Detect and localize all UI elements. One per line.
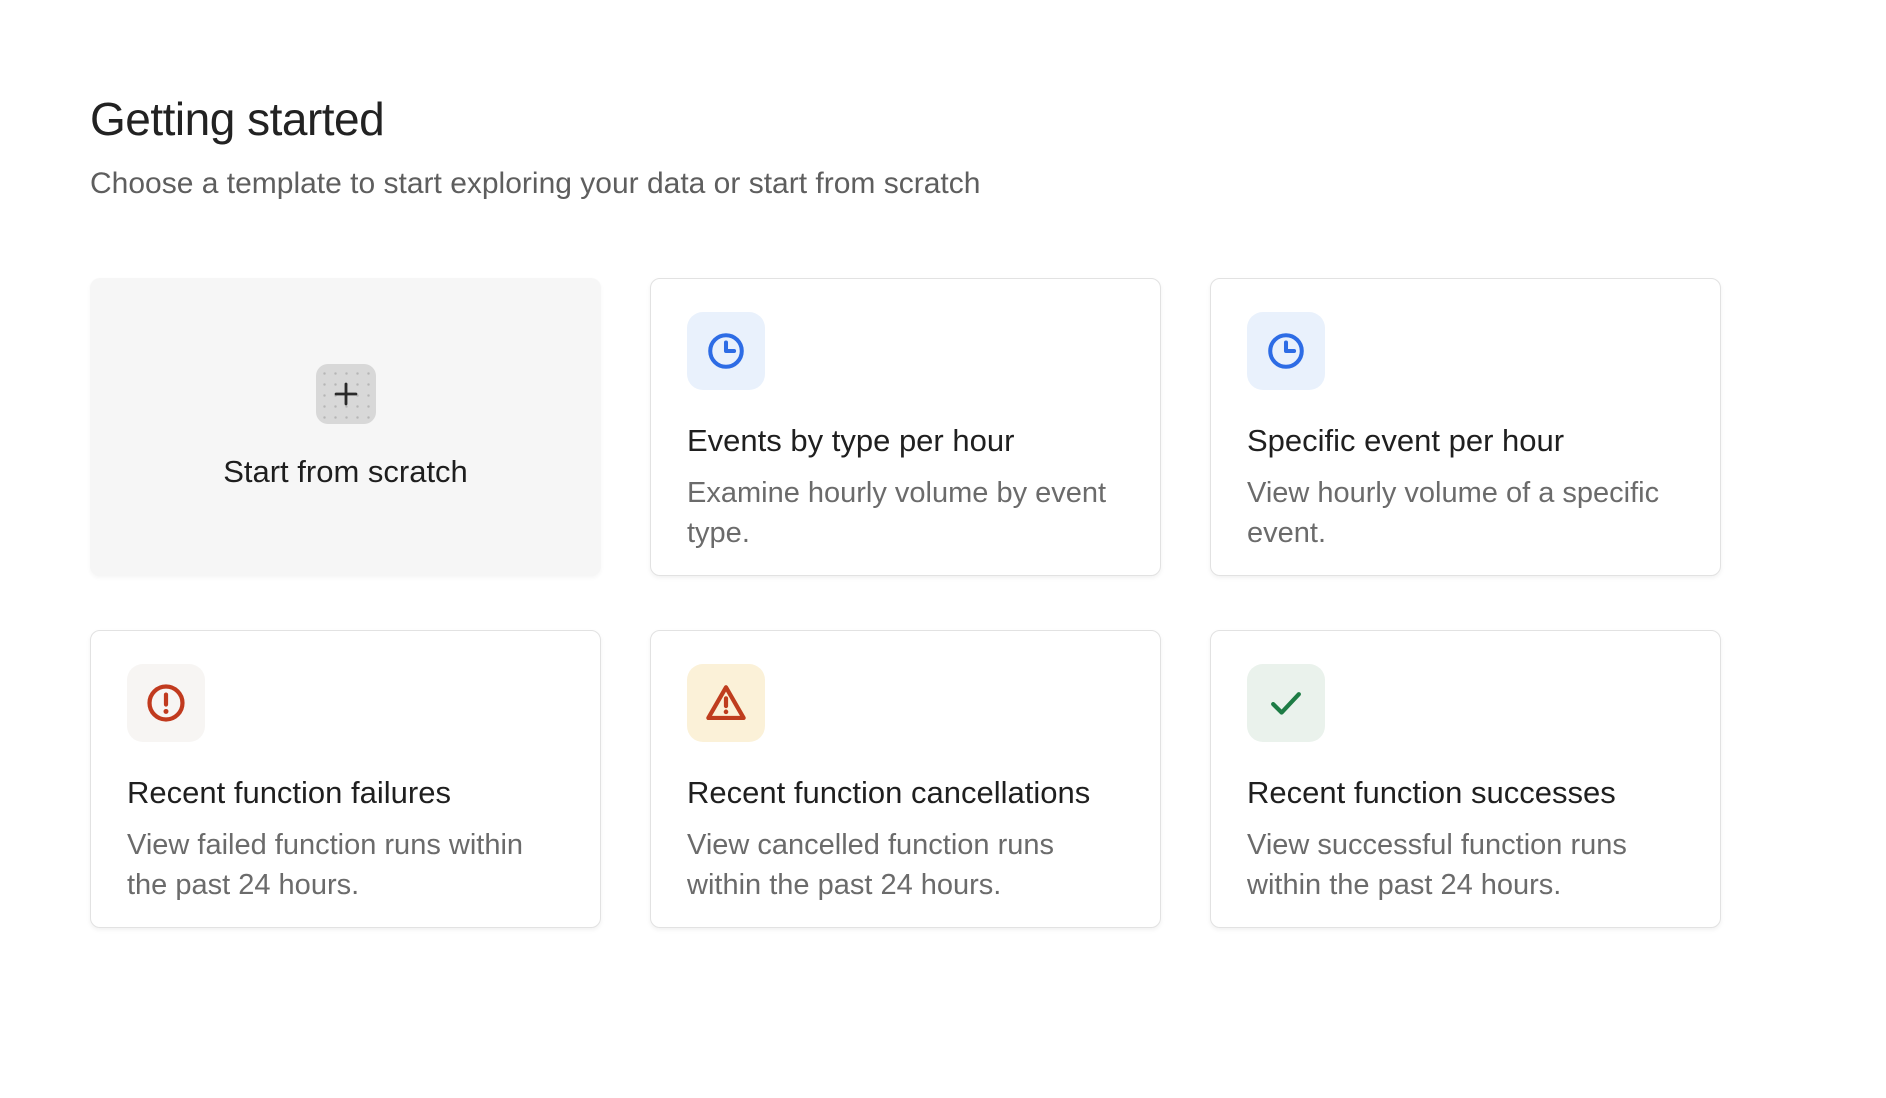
- icon-tile: [687, 312, 765, 390]
- card-description: View hourly volume of a specific event.: [1247, 473, 1684, 553]
- scratch-label: Start from scratch: [223, 454, 468, 490]
- alert-triangle-icon: [703, 680, 749, 726]
- template-grid: Start from scratch Events by type per ho…: [90, 278, 1886, 928]
- page-subtitle: Choose a template to start exploring you…: [90, 167, 1886, 202]
- check-icon: [1264, 681, 1308, 725]
- plus-icon: [329, 377, 363, 411]
- icon-tile: [687, 664, 765, 742]
- plus-tile: [316, 364, 376, 424]
- icon-tile: [1247, 312, 1325, 390]
- icon-tile: [1247, 664, 1325, 742]
- alert-circle-icon: [143, 680, 189, 726]
- card-recent-function-cancellations[interactable]: Recent function cancellations View cance…: [650, 630, 1161, 928]
- card-description: View cancelled function runs within the …: [687, 825, 1124, 905]
- card-specific-event-per-hour[interactable]: Specific event per hour View hourly volu…: [1210, 278, 1721, 576]
- card-recent-function-failures[interactable]: Recent function failures View failed fun…: [90, 630, 601, 928]
- card-recent-function-successes[interactable]: Recent function successes View successfu…: [1210, 630, 1721, 928]
- card-title: Recent function successes: [1247, 774, 1684, 811]
- clock-icon: [704, 329, 748, 373]
- icon-tile: [127, 664, 205, 742]
- card-events-by-type-per-hour[interactable]: Events by type per hour Examine hourly v…: [650, 278, 1161, 576]
- getting-started-page: Getting started Choose a template to sta…: [0, 0, 1886, 928]
- card-description: View successful function runs within the…: [1247, 825, 1684, 905]
- card-title: Specific event per hour: [1247, 422, 1684, 459]
- card-description: View failed function runs within the pas…: [127, 825, 564, 905]
- card-title: Recent function failures: [127, 774, 564, 811]
- card-start-from-scratch[interactable]: Start from scratch: [90, 278, 601, 576]
- card-title: Events by type per hour: [687, 422, 1124, 459]
- page-title: Getting started: [90, 92, 1886, 147]
- clock-icon: [1264, 329, 1308, 373]
- card-description: Examine hourly volume by event type.: [687, 473, 1124, 553]
- card-title: Recent function cancellations: [687, 774, 1124, 811]
